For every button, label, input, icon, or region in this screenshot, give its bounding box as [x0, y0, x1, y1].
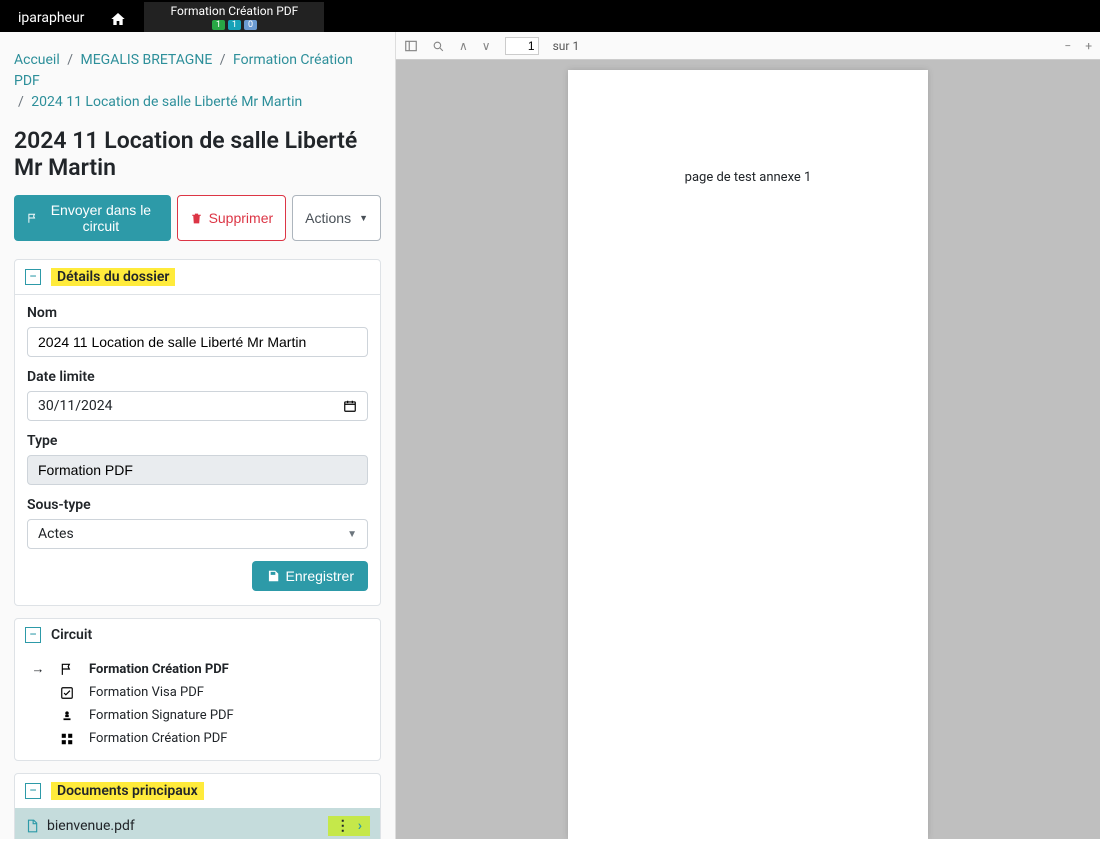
type-input [27, 455, 368, 485]
circuit-list: → Formation Création PDF Formation Visa … [15, 651, 380, 760]
pdf-viewer[interactable]: page de test annexe 1 [396, 60, 1100, 839]
breadcrumb-link[interactable]: MEGALIS BRETAGNE [81, 52, 213, 68]
caret-down-icon: ▼ [347, 529, 357, 540]
save-icon [266, 569, 280, 583]
collapse-icon[interactable]: − [25, 783, 41, 799]
pdf-content: page de test annexe 1 [685, 170, 812, 185]
pdf-file-icon [25, 818, 39, 834]
main-docs-title: Documents principaux [51, 782, 204, 800]
date-label: Date limite [27, 369, 368, 385]
home-icon[interactable] [102, 8, 134, 27]
left-panel: Accueil / MEGALIS BRETAGNE / Formation C… [0, 32, 395, 839]
brand-label: iparapheur [0, 10, 102, 26]
trash-icon [190, 212, 203, 225]
breadcrumb-link[interactable]: 2024 11 Location de salle Liberté Mr Mar… [31, 94, 302, 110]
actions-dropdown[interactable]: Actions ▼ [292, 195, 381, 241]
document-actions[interactable]: ⋮ › [328, 816, 370, 836]
badge: 1 [212, 20, 225, 30]
zoom-out-icon[interactable]: − [1064, 39, 1071, 53]
tab-title: Formation Création PDF [162, 4, 306, 18]
date-input[interactable]: 30/11/2024 [27, 391, 368, 421]
grid-icon [59, 731, 75, 746]
action-buttons: Envoyer dans le circuit Supprimer Action… [14, 195, 381, 241]
breadcrumb: Accueil / MEGALIS BRETAGNE / Formation C… [14, 50, 381, 113]
details-card: − Détails du dossier Nom Date limite 30/… [14, 259, 381, 606]
sidebar-toggle-icon[interactable] [404, 38, 418, 53]
circuit-step: Formation Création PDF [25, 727, 370, 750]
flag-icon [59, 662, 75, 677]
badge: 1 [228, 20, 241, 30]
name-label: Nom [27, 305, 368, 321]
collapse-icon[interactable]: − [25, 627, 41, 643]
circuit-step: Formation Visa PDF [25, 681, 370, 704]
calendar-icon [343, 398, 357, 414]
badge: 0 [244, 20, 257, 30]
page-number-input[interactable] [505, 37, 539, 55]
main-docs-card: − Documents principaux bienvenue.pdf ⋮ › [14, 773, 381, 839]
details-title: Détails du dossier [51, 268, 175, 286]
top-bar: iparapheur Formation Création PDF 1 1 0 [0, 0, 1100, 32]
tab-badges: 1 1 0 [162, 20, 306, 30]
name-input[interactable] [27, 327, 368, 357]
document-name: bienvenue.pdf [47, 818, 135, 834]
circuit-step: Formation Signature PDF [25, 704, 370, 727]
stamp-icon [59, 708, 75, 723]
tab-formation[interactable]: Formation Création PDF 1 1 0 [144, 2, 324, 34]
pdf-panel: ∧ ∨ sur 1 − + page de test annexe 1 [395, 32, 1100, 839]
type-label: Type [27, 433, 368, 449]
more-icon[interactable]: ⋮ [336, 818, 350, 834]
circuit-card: − Circuit → Formation Création PDF Forma… [14, 618, 381, 761]
circuit-step: → Formation Création PDF [25, 657, 370, 681]
arrow-right-icon: → [31, 661, 45, 677]
subtype-select[interactable]: Actes ▼ [27, 519, 368, 549]
pdf-toolbar: ∧ ∨ sur 1 − + [396, 32, 1100, 60]
flag-icon [27, 211, 38, 225]
search-icon[interactable] [432, 38, 445, 52]
chevron-up-icon[interactable]: ∧ [459, 39, 468, 53]
page-total: sur 1 [553, 39, 580, 53]
subtype-label: Sous-type [27, 497, 368, 513]
chevron-right-icon[interactable]: › [358, 818, 362, 834]
check-icon [59, 685, 75, 700]
save-button[interactable]: Enregistrer [252, 561, 368, 591]
zoom-in-icon[interactable]: + [1085, 39, 1092, 53]
breadcrumb-link[interactable]: Accueil [14, 52, 60, 68]
delete-button[interactable]: Supprimer [177, 195, 287, 241]
page-title: 2024 11 Location de salle Liberté Mr Mar… [14, 127, 381, 181]
send-button[interactable]: Envoyer dans le circuit [14, 195, 171, 241]
circuit-title: Circuit [51, 627, 92, 643]
pdf-page: page de test annexe 1 [568, 70, 928, 839]
caret-down-icon: ▼ [359, 213, 368, 223]
chevron-down-icon[interactable]: ∨ [482, 39, 491, 53]
collapse-icon[interactable]: − [25, 269, 41, 285]
document-row[interactable]: bienvenue.pdf ⋮ › [15, 808, 380, 839]
